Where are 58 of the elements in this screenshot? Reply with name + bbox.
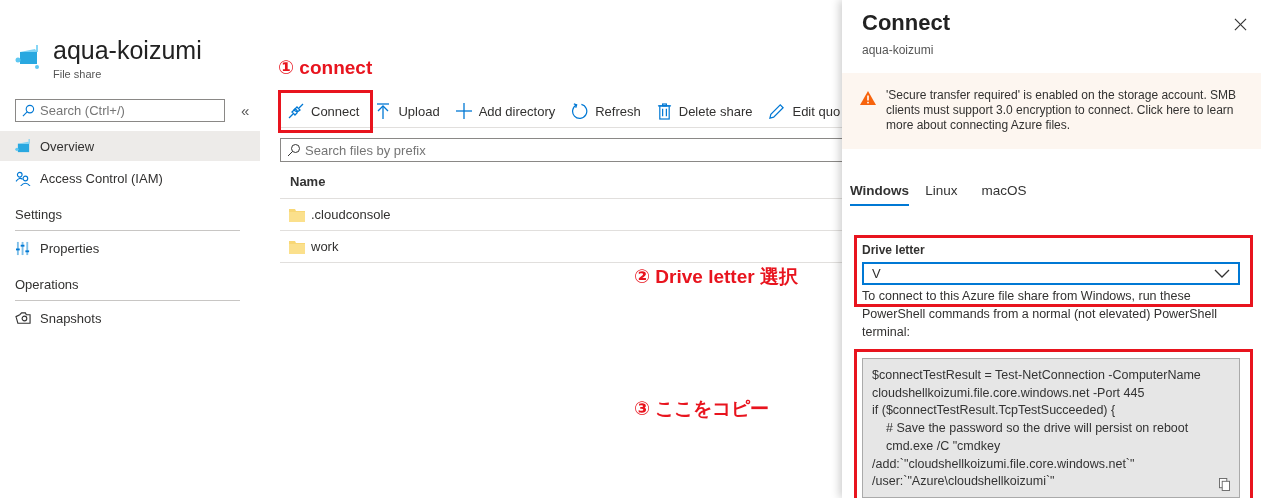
folder-icon: [289, 207, 305, 222]
sliders-icon: [15, 240, 32, 256]
code-line: if ($connectTestResult.TcpTestSucceeded) {: [872, 402, 1116, 420]
section-heading: Operations: [15, 277, 240, 301]
close-icon[interactable]: [1234, 18, 1247, 31]
copy-icon[interactable]: [1219, 478, 1230, 491]
upload-icon: [375, 103, 392, 119]
panel-title: Connect: [862, 10, 950, 36]
panel-subtitle: aqua-koizumi: [862, 43, 935, 57]
code-line: cmd.exe /C "cmdkey: [885, 437, 1001, 455]
code-line: /add:`"cloudshellkoizumi.file.core.windows.net`": [872, 455, 1135, 473]
nav-item[interactable]: Properties: [0, 233, 260, 263]
nav-item[interactable]: Overview: [0, 131, 260, 161]
file-share-icon: [15, 138, 32, 154]
refresh-icon: [571, 102, 589, 120]
search-icon: [287, 143, 301, 157]
resource-title: aqua-koizumi: [53, 36, 202, 64]
camera-icon: [15, 310, 32, 326]
os-tab[interactable]: Windows: [850, 183, 910, 207]
file-name[interactable]: .cloudconsole: [311, 207, 391, 222]
people-icon: [15, 170, 32, 186]
chevron-down-icon: [1214, 268, 1230, 279]
toolbar-button[interactable]: Refresh: [563, 98, 649, 124]
code-line: # Save the password so the drive will persist on reboot: [885, 420, 1189, 438]
instructions-text: To connect to this Azure file share from Windows, run these PowerShell commands from a normal (not elevated) PowerShell terminal:: [862, 288, 1219, 342]
warning-icon: [860, 91, 876, 106]
os-tab[interactable]: macOS: [981, 183, 1027, 207]
toolbar-button[interactable]: Add directory: [447, 98, 564, 124]
search-field[interactable]: Search (Ctrl+/): [15, 98, 225, 122]
code-line: $connectTestResult = Test-NetConnection -ComputerName: [872, 367, 1201, 385]
file-search-field[interactable]: Search files by prefix: [280, 138, 842, 162]
plug-icon: [288, 103, 304, 119]
collapse-button[interactable]: «: [237, 101, 254, 119]
annotation-label: ③ ここをコピー: [634, 397, 770, 421]
plus-icon: [455, 103, 472, 119]
trash-icon: [656, 102, 672, 120]
os-tab[interactable]: Linux: [925, 183, 958, 207]
pencil-icon: [768, 102, 786, 120]
resource-type: File share: [53, 68, 103, 80]
toolbar-button[interactable]: Delete share: [648, 98, 761, 124]
toolbar-button[interactable]: Upload: [367, 98, 448, 124]
file-name[interactable]: work: [311, 239, 339, 254]
field-label: Drive letter: [862, 243, 926, 258]
search-icon: [22, 103, 35, 117]
drive-letter-dropdown[interactable]: V: [862, 262, 1240, 286]
code-line: cloudshellkoizumi.file.core.windows.net -Port 445: [872, 384, 1145, 402]
folder-icon: [289, 239, 305, 254]
warning-banner[interactable]: 'Secure transfer required' is enabled on the storage account. SMB clients must support 3.0 encryption to connect. Click here to learn more about connecting Azure files.: [842, 73, 1261, 150]
file-share-icon: [15, 44, 41, 70]
nav-item[interactable]: Access Control (IAM): [0, 163, 260, 193]
column-header: Name: [290, 173, 326, 189]
annotation-label: ② Drive letter 選択: [634, 265, 798, 289]
section-heading: Settings: [15, 207, 240, 231]
nav-item[interactable]: Snapshots: [0, 303, 260, 333]
toolbar-button[interactable]: Edit quo: [760, 98, 842, 124]
warning-text: 'Secure transfer required' is enabled on the storage account. SMB clients must support 3.0 encryption to connect. Click here to learn more about connecting Azure files.: [886, 88, 1238, 134]
code-line: /user:`"Azure\cloudshellkoizumi`": [872, 473, 1055, 491]
annotation-label: ① connect: [278, 56, 373, 79]
